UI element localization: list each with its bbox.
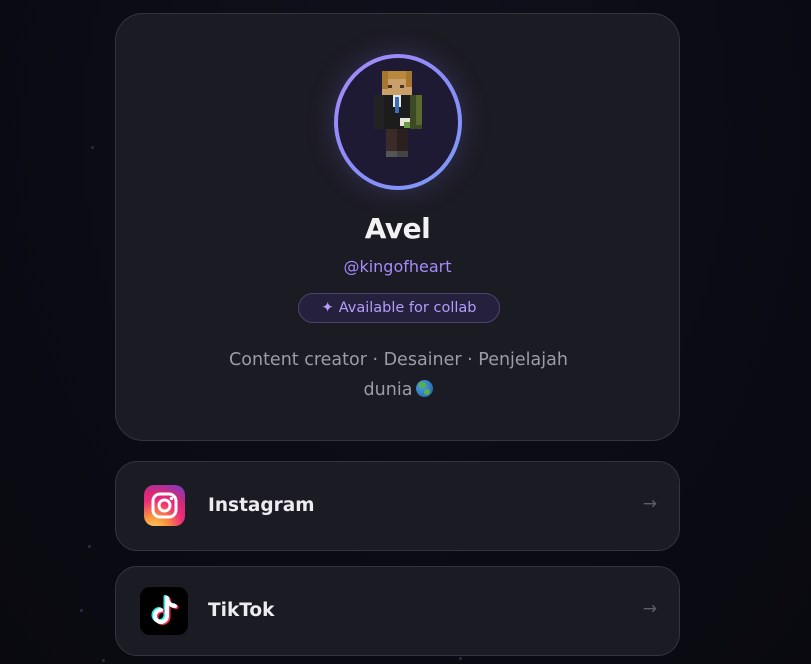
background-star (80, 609, 83, 612)
link-label: TikTok (208, 600, 275, 621)
bio-line-1: Content creator · Desainer · Penjelajah (229, 350, 568, 370)
minecraft-skin-avatar (338, 58, 458, 186)
collab-status-badge: ✦ Available for collab (298, 293, 500, 323)
instagram-icon (144, 485, 185, 526)
profile-username[interactable]: @kingofheart (116, 257, 679, 276)
sparkle-icon: ✦ (321, 300, 334, 316)
background-star (459, 657, 462, 660)
page: Avel @kingofheart ✦ Available for collab… (0, 0, 811, 664)
background-star (102, 659, 105, 662)
background-star (91, 146, 94, 149)
bio-line-2-text: dunia (363, 380, 413, 400)
link-instagram[interactable]: Instagram → (115, 461, 680, 551)
globe-icon (416, 380, 434, 397)
arrow-right-icon: → (642, 494, 657, 514)
avatar-image (374, 71, 422, 157)
collab-badge-label: Available for collab (338, 300, 477, 316)
link-label: Instagram (208, 495, 315, 516)
avatar (334, 54, 462, 190)
tiktok-icon (140, 587, 188, 635)
arrow-right-icon: → (642, 599, 657, 619)
link-tiktok[interactable]: TikTok → (115, 566, 680, 656)
profile-bio: Content creator · Desainer · Penjelajah … (206, 345, 591, 405)
profile-name: Avel (364, 212, 431, 245)
profile-card: Avel @kingofheart ✦ Available for collab… (115, 13, 680, 441)
bio-line-2: dunia (206, 375, 591, 405)
background-star (88, 545, 91, 548)
